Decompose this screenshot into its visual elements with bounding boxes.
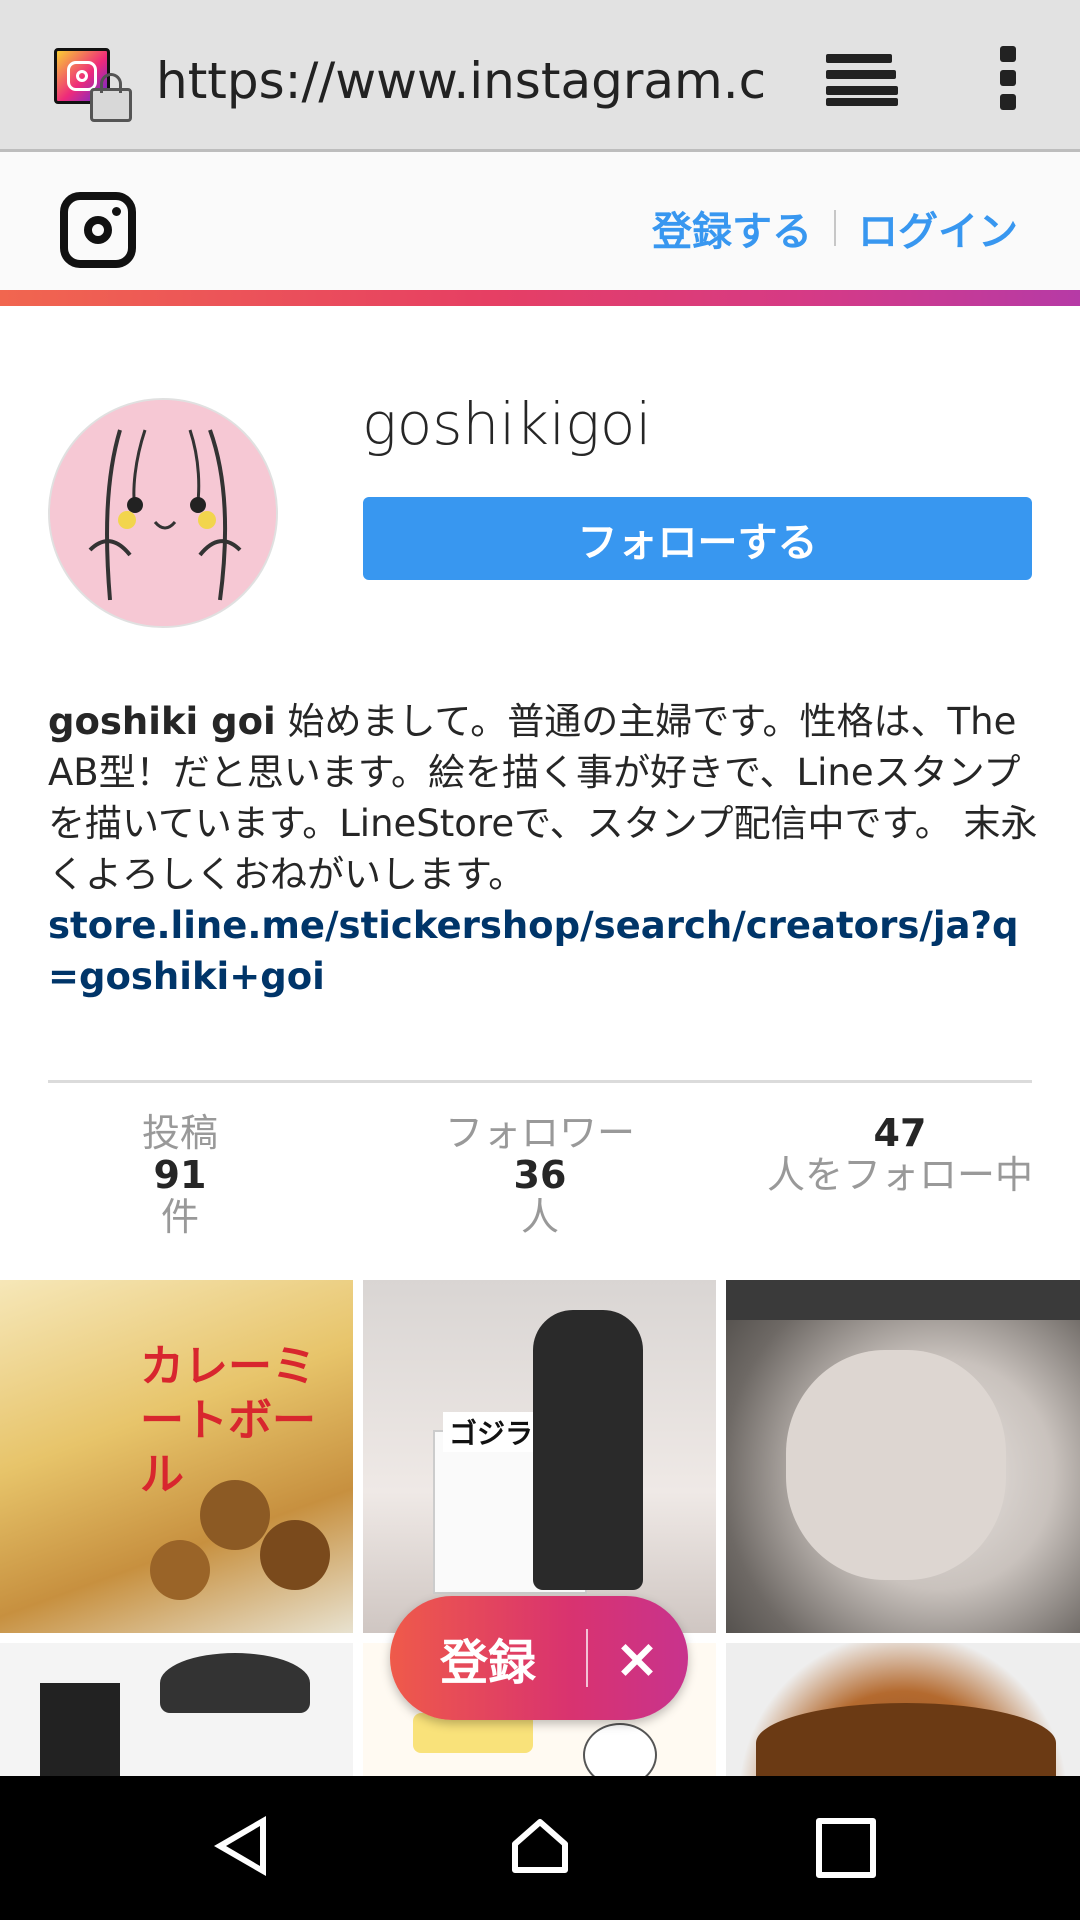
bio-link[interactable]: store.line.me/stickershop/search/creator…	[48, 900, 1038, 1002]
profile-username: goshikigoi	[362, 390, 652, 458]
login-link[interactable]: ログイン	[858, 199, 1018, 257]
url-bar[interactable]: https://www.instagram.cc	[156, 46, 768, 116]
lock-icon	[90, 73, 132, 122]
bio-name: goshiki goi	[48, 700, 276, 743]
overflow-menu-icon[interactable]	[996, 46, 1018, 110]
follow-button[interactable]: フォローする	[363, 497, 1032, 580]
post-thumbnail[interactable]	[726, 1280, 1080, 1633]
android-nav-bar	[0, 1776, 1080, 1920]
browser-toolbar: https://www.instagram.cc	[0, 0, 1080, 152]
signup-popup-button[interactable]: 登録	[390, 1623, 586, 1693]
recent-apps-icon[interactable]	[816, 1818, 876, 1878]
following-label: 人をフォロー中	[766, 1153, 1033, 1197]
back-icon[interactable]	[214, 1816, 266, 1876]
post-image-text: カレーミートボール	[140, 1341, 316, 1500]
posts-count: 91	[153, 1153, 207, 1197]
signup-link[interactable]: 登録する	[652, 199, 812, 257]
profile-bio: goshiki goi 始めまして。普通の主婦です。性格は、The AB型！だと…	[48, 696, 1053, 1002]
post-thumbnail[interactable]	[726, 1643, 1080, 1776]
avatar[interactable]	[48, 398, 278, 628]
instagram-logo-icon[interactable]	[60, 192, 136, 268]
posts-stat: 投稿 91 件	[80, 1112, 280, 1238]
auth-links: 登録する ログイン	[652, 198, 1018, 258]
bunny-avatar-icon	[50, 400, 276, 626]
followers-label: フォロワー	[444, 1111, 635, 1155]
signup-popup: 登録 ×	[390, 1596, 688, 1720]
profile-stats: 投稿 91 件 フォロワー 36 人 47 人をフォロー中	[0, 1112, 1080, 1252]
followers-count: 36	[513, 1153, 567, 1197]
following-stat[interactable]: 47 人をフォロー中	[740, 1112, 1060, 1196]
followers-unit: 人	[520, 1195, 559, 1239]
tabs-icon[interactable]	[826, 50, 898, 106]
instagram-header: 登録する ログイン	[0, 152, 1080, 290]
brand-gradient-bar	[0, 290, 1080, 306]
posts-label: 投稿	[141, 1111, 218, 1155]
followers-stat[interactable]: フォロワー 36 人	[420, 1112, 660, 1238]
post-image-text: ゴジラ	[443, 1412, 540, 1452]
posts-unit: 件	[160, 1195, 199, 1239]
home-icon[interactable]	[510, 1816, 570, 1876]
post-thumbnail[interactable]: カレーミートボール	[0, 1280, 353, 1633]
link-divider	[834, 210, 836, 246]
stats-divider	[48, 1080, 1032, 1083]
close-icon[interactable]: ×	[588, 1627, 686, 1690]
following-count: 47	[873, 1111, 927, 1155]
post-thumbnail[interactable]: ゴジラ	[363, 1280, 716, 1633]
post-thumbnail[interactable]	[0, 1643, 353, 1776]
